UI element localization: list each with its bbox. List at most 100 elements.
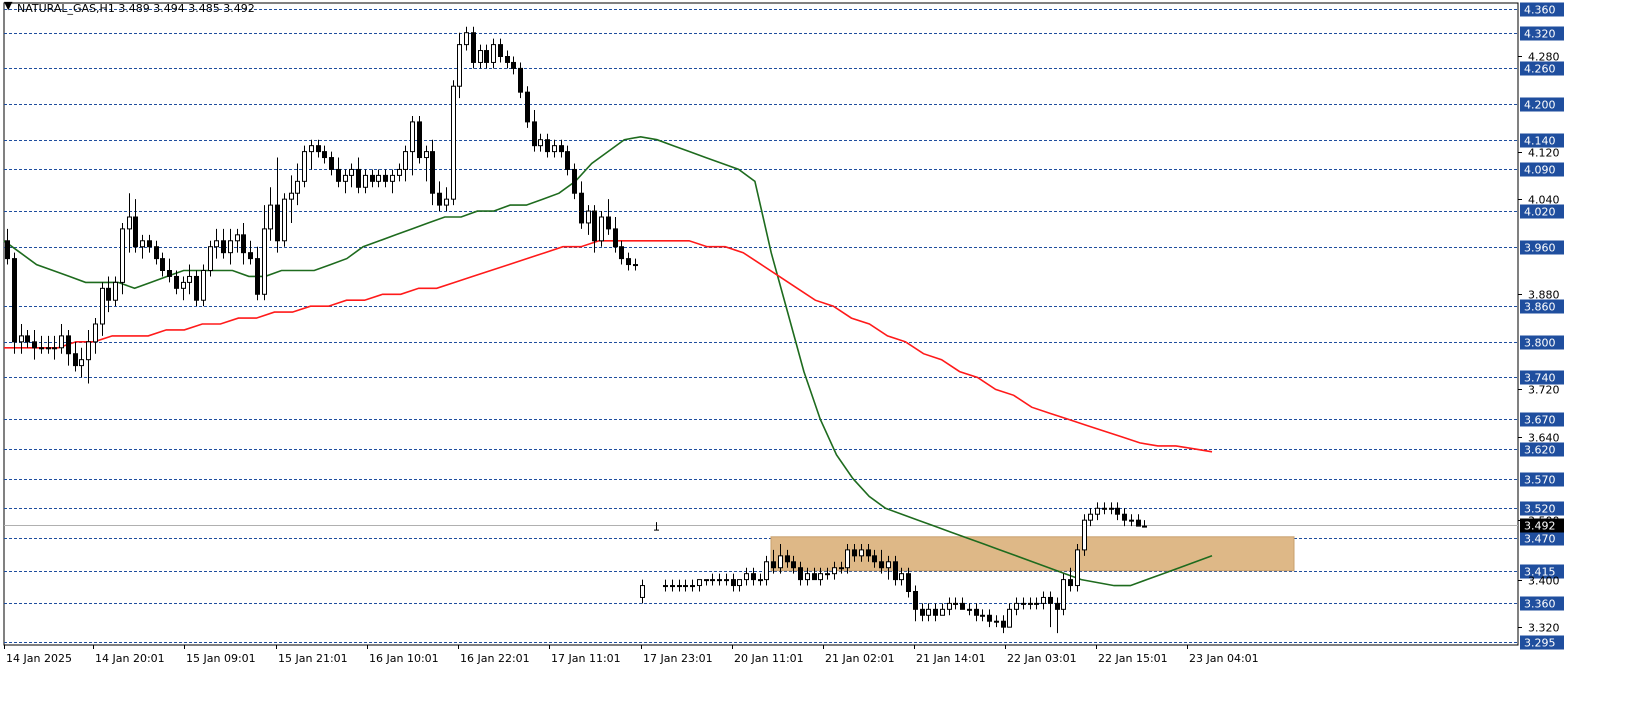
candle-body <box>1109 507 1114 510</box>
candle-body <box>289 192 294 200</box>
y-tick-label: 4.040 <box>1528 194 1560 207</box>
menu-triangle-icon[interactable]: ▼ <box>4 0 13 12</box>
candle-body <box>798 567 803 581</box>
candle-body <box>677 585 682 588</box>
candle-body <box>626 258 631 266</box>
candle <box>282 193 287 247</box>
y-tick-label: 3.880 <box>1528 289 1560 302</box>
candle-body <box>349 168 354 176</box>
y-tick-label: 3.640 <box>1528 432 1560 445</box>
candle-body <box>376 174 381 182</box>
candle-body <box>120 228 125 283</box>
candle-body <box>262 228 267 295</box>
candle-body <box>764 561 769 581</box>
candle-body <box>113 281 118 301</box>
candle-body <box>1102 507 1107 510</box>
candle-body <box>960 602 965 610</box>
y-tick-label: 4.120 <box>1528 147 1560 160</box>
candle-body <box>1061 579 1066 610</box>
candle-body <box>683 585 688 588</box>
candle-body <box>390 174 395 182</box>
candle-body <box>505 56 510 63</box>
candle-body <box>511 61 516 69</box>
candle-body <box>275 204 280 242</box>
candle-body <box>839 567 844 570</box>
candle-body <box>893 561 898 581</box>
x-tick-label: 15 Jan 09:01 <box>186 652 256 665</box>
candle-body <box>241 234 246 254</box>
candle-body <box>633 264 638 267</box>
candle-body <box>953 602 958 605</box>
candle-body <box>1088 513 1093 521</box>
x-tick-label: 14 Jan 20:01 <box>95 652 165 665</box>
candle-body <box>906 573 911 593</box>
y-tick-label: 4.280 <box>1528 51 1560 64</box>
candle-body <box>174 275 179 289</box>
candle-body <box>32 341 37 349</box>
x-tick-label: 14 Jan 2025 <box>6 652 72 665</box>
level-tag-label: 4.020 <box>1524 206 1556 219</box>
candle-body <box>1068 579 1073 587</box>
candle-body <box>457 44 462 87</box>
candle-body <box>1129 519 1134 522</box>
candle-body <box>825 573 830 576</box>
candle-body <box>471 32 476 63</box>
candle-body <box>39 347 44 350</box>
candle-body <box>778 555 783 569</box>
candle-body <box>424 151 429 159</box>
level-tag-label: 4.320 <box>1524 28 1556 41</box>
candle-body <box>52 347 57 350</box>
candle-body <box>926 608 931 616</box>
candle <box>1082 514 1087 556</box>
price-chart[interactable]: 4.3604.3204.2604.2004.1404.0904.0203.960… <box>0 0 1651 704</box>
candle-body <box>920 608 925 616</box>
candle-body <box>410 121 415 153</box>
level-tag-label: 4.360 <box>1524 4 1556 17</box>
level-tag-label: 3.570 <box>1524 474 1556 487</box>
candle-body <box>86 341 91 361</box>
candle-body <box>980 614 985 617</box>
candle-body <box>106 287 111 301</box>
candle-body <box>19 335 24 343</box>
candle-body <box>444 198 449 206</box>
candle-body <box>167 270 172 277</box>
candle-body <box>403 151 408 170</box>
candle-body <box>336 168 341 182</box>
candle <box>12 252 17 354</box>
x-tick-label: 16 Jan 10:01 <box>369 652 439 665</box>
candle-body <box>235 234 240 242</box>
candle-body <box>397 168 402 176</box>
candle-body <box>1028 602 1033 605</box>
candle-body <box>670 585 675 588</box>
candle-body <box>302 151 307 182</box>
candle-body <box>187 275 192 283</box>
x-tick-label: 21 Jan 14:01 <box>916 652 986 665</box>
candle-body <box>538 139 543 147</box>
candle-body <box>25 335 30 343</box>
candle-body <box>1115 507 1120 515</box>
candle-body <box>370 174 375 182</box>
candle-body <box>295 180 300 194</box>
candle-body <box>663 585 668 588</box>
current-price-label: 3.492 <box>1524 520 1556 533</box>
candle-body <box>100 287 105 325</box>
candle-body <box>731 579 736 587</box>
candle-body <box>5 240 10 260</box>
x-tick-label: 17 Jan 23:01 <box>643 652 713 665</box>
candle-body <box>160 258 165 272</box>
candle-body <box>640 585 645 598</box>
candle-body <box>751 573 756 581</box>
candle-body <box>704 579 709 582</box>
candle-body <box>46 347 51 350</box>
y-tick-label: 3.320 <box>1528 622 1560 635</box>
level-tag-label: 4.090 <box>1524 164 1556 177</box>
level-tag-label: 3.470 <box>1524 533 1556 546</box>
candle-body <box>214 240 219 248</box>
candle-body <box>248 252 253 260</box>
candle-body <box>1122 513 1127 521</box>
candle-body <box>1021 602 1026 605</box>
candle-body <box>967 608 972 611</box>
candle-body <box>133 216 138 248</box>
candle-body <box>987 614 992 622</box>
candle <box>417 115 422 164</box>
